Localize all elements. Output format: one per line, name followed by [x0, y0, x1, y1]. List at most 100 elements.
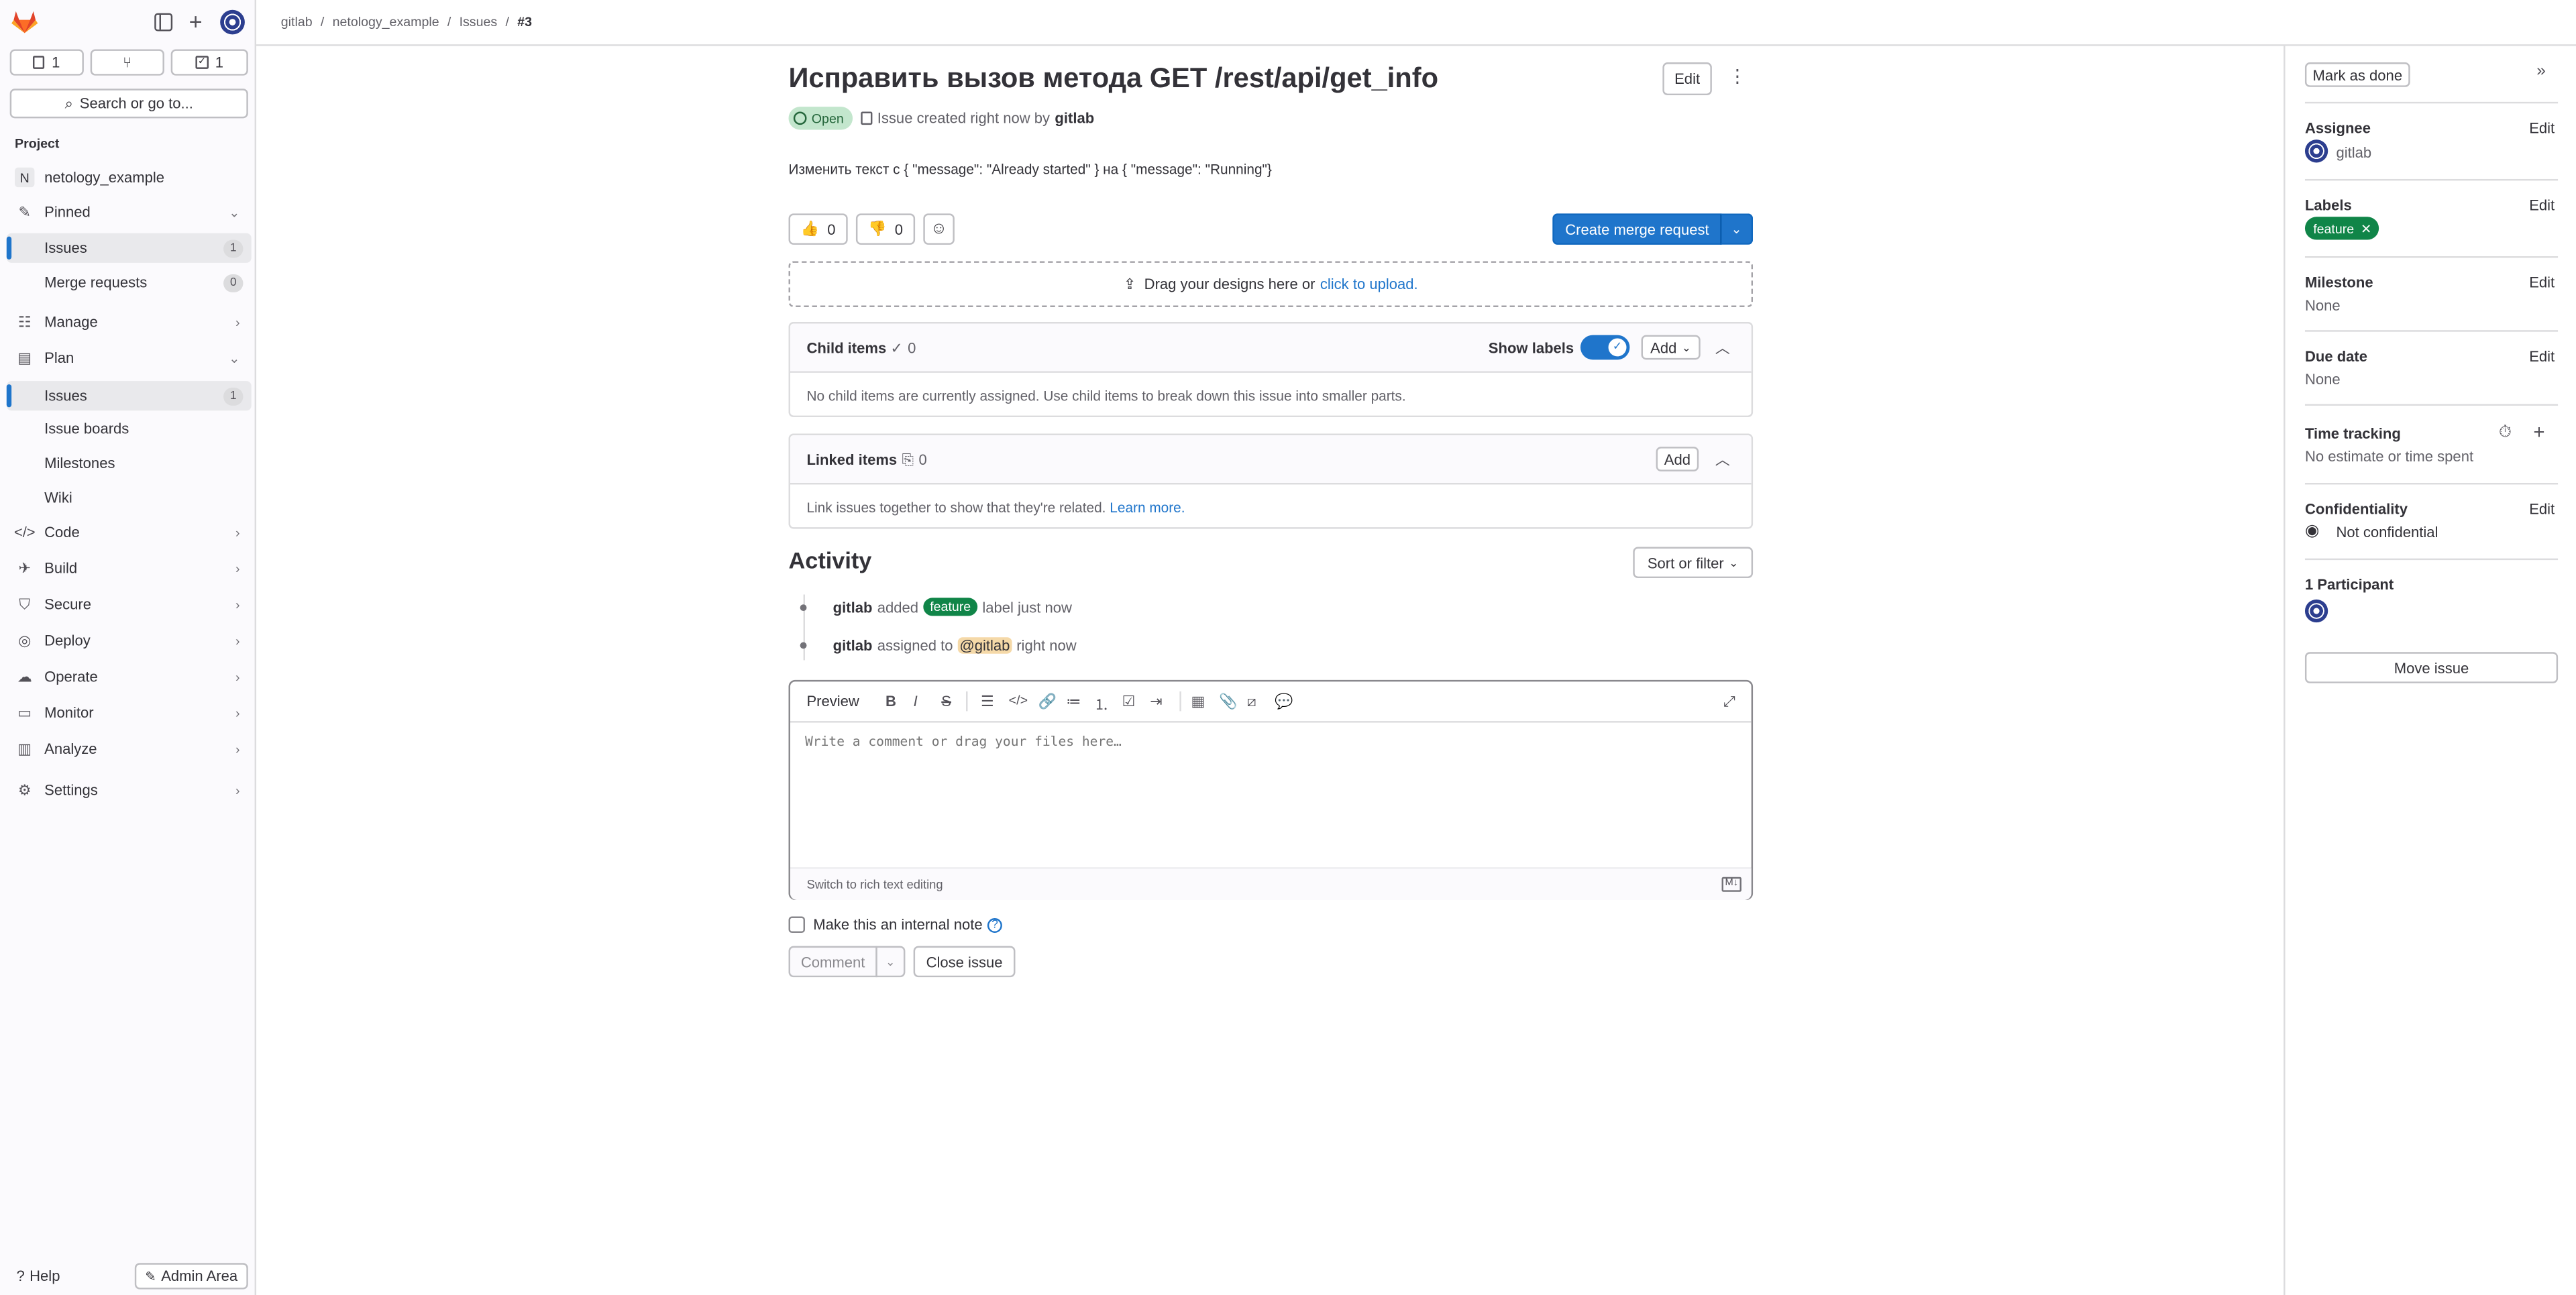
sidebar-project-link[interactable]: N netology_example: [7, 162, 252, 192]
sidebar-item-operate[interactable]: ☁ Operate ›: [7, 662, 252, 691]
edit-confidentiality-link[interactable]: Edit: [2529, 501, 2555, 517]
add-reaction-button[interactable]: ☺: [923, 213, 955, 245]
sidebar-item-settings[interactable]: ⚙ Settings ›: [7, 775, 252, 805]
strikethrough-icon[interactable]: S: [941, 693, 951, 709]
activity-user-link[interactable]: gitlab: [833, 599, 873, 615]
switch-rich-text-link[interactable]: Switch to rich text editing: [806, 877, 943, 892]
quote-icon[interactable]: ☰: [981, 693, 994, 711]
mark-as-done-button[interactable]: Mark as done: [2304, 62, 2410, 87]
breadcrumb-item[interactable]: Issues: [460, 15, 498, 30]
quick-actions-icon[interactable]: ⧄: [1247, 693, 1256, 711]
code-icon[interactable]: </>: [1009, 693, 1028, 708]
label-badge[interactable]: feature ✕: [2304, 217, 2379, 240]
italic-icon[interactable]: I: [914, 693, 918, 709]
breadcrumb-item[interactable]: netology_example: [333, 15, 439, 30]
sort-filter-button[interactable]: Sort or filter ⌄: [1633, 547, 1754, 579]
mr-counter-button[interactable]: ⑂: [90, 49, 164, 76]
thumbs-down-button[interactable]: 👎 0: [855, 213, 916, 245]
participant-avatar[interactable]: [2304, 599, 2328, 623]
plus-icon[interactable]: +: [189, 8, 203, 34]
indent-icon[interactable]: ⇥: [1150, 693, 1162, 711]
status-badge: Open: [788, 107, 852, 130]
fullscreen-icon[interactable]: ⤢: [1723, 693, 1735, 711]
design-upload-dropzone[interactable]: ⇪ Drag your designs here or click to upl…: [788, 261, 1754, 307]
collapse-linked-items-icon[interactable]: ︿: [1715, 449, 1730, 470]
user-mention[interactable]: @gitlab: [957, 637, 1012, 654]
wrench-icon: ✎: [145, 1268, 156, 1284]
sidebar-item-issue-boards[interactable]: Issue boards: [7, 414, 252, 443]
sidebar-toggle-icon[interactable]: [154, 13, 173, 32]
comment-button[interactable]: Comment: [788, 946, 877, 978]
add-child-item-button[interactable]: Add ⌄: [1641, 335, 1701, 360]
participants-title: 1 Participant: [2304, 576, 2394, 594]
edit-labels-link[interactable]: Edit: [2529, 197, 2555, 213]
stopwatch-icon[interactable]: ⏱: [2499, 424, 2512, 442]
link-icon[interactable]: 🔗: [1038, 693, 1057, 711]
sidebar-item-monitor[interactable]: ▭ Monitor ›: [7, 698, 252, 728]
thumbs-up-button[interactable]: 👍 0: [788, 213, 848, 245]
plus-icon[interactable]: +: [2533, 420, 2544, 443]
sidebar-item-milestones[interactable]: Milestones: [7, 449, 252, 478]
bullet-list-icon[interactable]: ≔: [1066, 693, 1081, 711]
add-linked-item-button[interactable]: Add: [1656, 447, 1699, 471]
learn-more-link[interactable]: Learn more.: [1110, 499, 1185, 515]
help-icon[interactable]: ?: [987, 917, 1003, 932]
help-link[interactable]: ? Help: [16, 1268, 60, 1284]
timeline-dot: [800, 642, 807, 649]
bold-icon[interactable]: B: [885, 693, 896, 709]
task-list-icon[interactable]: ☑: [1122, 693, 1136, 711]
sidebar-item-analyze[interactable]: ▥ Analyze ›: [7, 734, 252, 764]
sidebar-item-code[interactable]: </> Code ›: [7, 517, 252, 547]
edit-due-date-link[interactable]: Edit: [2529, 348, 2555, 364]
sidebar-item-manage[interactable]: ☷ Manage ›: [7, 307, 252, 337]
sidebar-item-label: Issues: [44, 387, 87, 404]
create-merge-request-button[interactable]: Create merge request: [1552, 213, 1722, 245]
comment-textarea[interactable]: [805, 734, 1735, 859]
sidebar-item-build[interactable]: ✈ Build ›: [7, 553, 252, 583]
more-actions-icon[interactable]: ⋮: [1728, 66, 1746, 87]
search-button[interactable]: ⌕ Search or go to...: [9, 89, 248, 119]
sidebar-item-merge-requests[interactable]: Merge requests 0: [7, 268, 252, 297]
issues-counter-button[interactable]: 1: [9, 49, 84, 76]
activity-text: added: [877, 598, 919, 616]
numbered-list-icon[interactable]: ⒈: [1094, 693, 1109, 714]
issue-author-link[interactable]: gitlab: [1055, 110, 1094, 126]
assignee-name[interactable]: gitlab: [2336, 145, 2371, 161]
sidebar-item-pinned-issues[interactable]: Issues 1: [6, 233, 252, 263]
sidebar-pinned-toggle[interactable]: ✎ Pinned ⌄: [7, 197, 252, 227]
table-icon[interactable]: ▦: [1191, 693, 1205, 711]
upload-link[interactable]: click to upload.: [1320, 276, 1418, 292]
preview-tab[interactable]: Preview: [806, 693, 859, 709]
admin-area-button[interactable]: ✎ Admin Area: [134, 1263, 248, 1290]
edit-milestone-link[interactable]: Edit: [2529, 274, 2555, 290]
activity-user-link[interactable]: gitlab: [833, 637, 873, 653]
create-mr-dropdown-button[interactable]: ⌄: [1720, 213, 1754, 245]
pin-icon: ✎: [18, 203, 31, 219]
user-avatar[interactable]: [220, 9, 245, 35]
internal-note-checkbox[interactable]: [788, 916, 806, 934]
close-icon[interactable]: ✕: [2361, 221, 2371, 235]
comment-template-icon[interactable]: 💬: [1275, 693, 1293, 711]
todos-counter-button[interactable]: ✓ 1: [170, 49, 248, 76]
collapse-child-items-icon[interactable]: ︿: [1715, 337, 1730, 358]
sidebar-item-deploy[interactable]: ◎ Deploy ›: [7, 626, 252, 655]
gitlab-logo-icon[interactable]: [11, 10, 38, 35]
breadcrumb-item-current[interactable]: #3: [517, 15, 532, 30]
confidentiality-section: Confidentiality Edit ◉ Not confidential: [2304, 484, 2559, 561]
breadcrumb-item[interactable]: gitlab: [281, 15, 313, 30]
edit-issue-button[interactable]: Edit: [1662, 62, 1712, 96]
collapse-sidebar-icon[interactable]: »: [2536, 62, 2546, 80]
comment-dropdown-button[interactable]: ⌄: [875, 946, 906, 978]
close-issue-button[interactable]: Close issue: [913, 946, 1016, 978]
edit-assignee-link[interactable]: Edit: [2529, 120, 2555, 136]
sidebar-item-wiki[interactable]: Wiki: [7, 483, 252, 512]
sidebar-item-plan-issues[interactable]: Issues 1: [6, 381, 252, 411]
attachment-icon[interactable]: 📎: [1219, 693, 1237, 711]
move-issue-button[interactable]: Move issue: [2304, 652, 2559, 683]
show-labels-toggle[interactable]: ✓: [1580, 335, 1630, 360]
sidebar-item-plan[interactable]: ▤ Plan ⌄: [7, 343, 252, 373]
sidebar-item-secure[interactable]: ⛉ Secure ›: [7, 589, 252, 619]
top-bar: gitlab / netology_example / Issues / #3: [256, 0, 2576, 46]
label-badge[interactable]: feature: [923, 598, 978, 616]
activity-text: assigned to: [877, 637, 953, 654]
